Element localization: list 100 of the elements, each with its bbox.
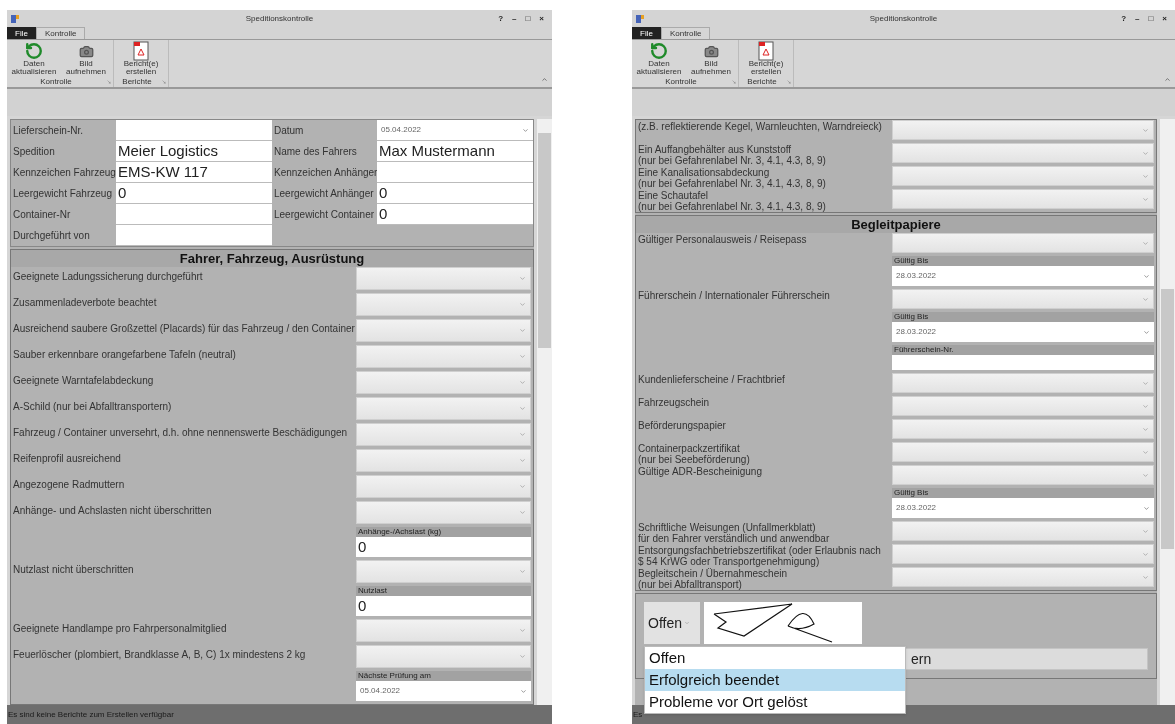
ribbon-button[interactable]: Bild aufnehmen (686, 42, 736, 77)
scrollbar[interactable] (1160, 119, 1175, 705)
input-field[interactable]: Meier Logistics (116, 141, 272, 162)
checklist-label: Beförderungspapier (637, 419, 727, 433)
input-field[interactable]: 0 (377, 183, 533, 204)
input-field[interactable] (116, 120, 272, 141)
ribbon-button[interactable]: Bericht(e) erstellen (741, 42, 791, 77)
input-field[interactable] (377, 162, 533, 183)
dropdown[interactable] (892, 373, 1154, 393)
title-bar-button[interactable]: ? (498, 14, 504, 23)
window-title: Speditionskontrolle (869, 12, 938, 25)
dropdown-option[interactable]: Erfolgreich beendet (645, 669, 905, 691)
chevron-icon (1142, 195, 1149, 203)
dropdown[interactable] (892, 166, 1154, 186)
checklist-label: Anhänge- und Achslasten nicht überschritten (12, 504, 213, 518)
section-title: Begleitpapiere (636, 216, 1156, 233)
field-caption: Gültig Bis (892, 312, 1154, 322)
dropdown[interactable] (892, 233, 1154, 253)
input-field[interactable]: 0 (356, 596, 531, 616)
chevron-icon (1142, 172, 1149, 180)
checklist-label: Schriftliche Weisungen (Unfallmerkblatt) für den Fahrer verständlich und anwendbar (637, 521, 831, 544)
checklist-label: Ausreichend saubere Großzettel (Placards) für das Fahrzeug / den Container (12, 322, 356, 336)
launcher-icon[interactable] (787, 80, 791, 84)
title-bar-button[interactable]: × (1162, 14, 1167, 23)
input-field[interactable] (892, 355, 1154, 370)
title-bar-button[interactable]: □ (1148, 14, 1154, 23)
ribbon-button[interactable]: Daten aktualisieren (634, 42, 684, 77)
dropdown[interactable] (356, 423, 531, 446)
dropdown[interactable] (356, 501, 531, 524)
input-field[interactable]: 0 (356, 537, 531, 557)
date-field[interactable]: 05.04.2022 (377, 120, 533, 141)
dropdown[interactable] (892, 189, 1154, 209)
launcher-icon[interactable] (732, 80, 736, 84)
date-field[interactable]: 28.03.2022 (892, 322, 1154, 342)
field-label: Leergewicht Container (273, 208, 376, 222)
date-value: 28.03.2022 (896, 270, 937, 282)
dropdown[interactable] (892, 465, 1154, 485)
dropdown[interactable] (356, 475, 531, 498)
ribbon-tab[interactable]: File (632, 27, 661, 39)
chevron-icon (519, 653, 526, 660)
scrollbar-thumb[interactable] (1161, 289, 1174, 549)
dropdown[interactable] (356, 449, 531, 472)
chevron-icon (519, 275, 526, 282)
dropdown[interactable] (892, 521, 1154, 541)
dropdown[interactable] (356, 267, 531, 290)
dropdown[interactable] (892, 120, 1154, 140)
input-field[interactable]: 0 (377, 204, 533, 225)
dropdown-option[interactable]: Probleme vor Ort gelöst (645, 691, 905, 713)
dropdown[interactable] (356, 371, 531, 394)
status-dropdown[interactable]: Offen (644, 602, 700, 644)
field-caption: Führerschein-Nr. (892, 345, 1154, 355)
ribbon-button[interactable]: Daten aktualisieren (9, 42, 59, 77)
ribbon-tab[interactable]: Kontrolle (660, 27, 711, 39)
title-bar-button[interactable]: – (1135, 14, 1140, 23)
title-bar-button[interactable]: × (539, 14, 544, 23)
ribbon-tab[interactable]: File (7, 27, 36, 39)
date-field[interactable]: 28.03.2022 (892, 266, 1154, 286)
chevron-icon (519, 509, 526, 516)
title-bar-button[interactable]: ? (1121, 14, 1127, 23)
input-field[interactable]: 0 (116, 183, 272, 204)
ribbon-tab[interactable]: Kontrolle (35, 27, 86, 39)
input-field[interactable] (116, 204, 272, 225)
dropdown-option[interactable]: Offen (645, 647, 905, 669)
dropdown[interactable] (356, 645, 531, 668)
dropdown[interactable] (892, 419, 1154, 439)
launcher-icon[interactable] (107, 80, 111, 84)
checklist-label: Kundenlieferscheine / Frachtbrief (637, 373, 786, 387)
scrollbar-thumb[interactable] (538, 133, 551, 348)
collapse-icon[interactable] (1164, 76, 1171, 83)
field-label: Name des Fahrers (273, 145, 358, 159)
dropdown[interactable] (356, 319, 531, 342)
date-value: 28.03.2022 (896, 502, 937, 514)
field-label: Durchgeführt von (12, 229, 91, 243)
collapse-icon[interactable] (541, 76, 548, 83)
field-label: Leergewicht Fahrzeug (12, 187, 113, 201)
dropdown[interactable] (356, 619, 531, 642)
title-bar-button[interactable]: □ (525, 14, 531, 23)
dropdown[interactable] (892, 396, 1154, 416)
date-field[interactable]: 05.04.2022 (356, 681, 531, 701)
dropdown[interactable] (356, 345, 531, 368)
launcher-icon[interactable] (162, 80, 166, 84)
dropdown[interactable] (892, 544, 1154, 564)
dropdown[interactable] (892, 289, 1154, 309)
dropdown[interactable] (892, 143, 1154, 163)
chevron-icon (519, 457, 526, 464)
dropdown[interactable] (356, 560, 531, 583)
dropdown[interactable] (892, 567, 1154, 587)
chevron-icon (1142, 471, 1149, 479)
dropdown[interactable] (892, 442, 1154, 462)
title-bar-button[interactable]: – (512, 14, 517, 23)
scrollbar[interactable] (537, 119, 552, 705)
ribbon-button[interactable]: Bild aufnehmen (61, 42, 111, 77)
dropdown[interactable] (356, 293, 531, 316)
dropdown[interactable] (356, 397, 531, 420)
input-field[interactable]: Max Mustermann (377, 141, 533, 162)
ribbon-button[interactable]: Bericht(e) erstellen (116, 42, 166, 77)
checklist-label: Gültiger Personalausweis / Reisepass (637, 233, 808, 247)
input-field[interactable]: EMS-KW 117 (116, 162, 272, 183)
input-field[interactable] (116, 225, 272, 246)
date-field[interactable]: 28.03.2022 (892, 498, 1154, 518)
